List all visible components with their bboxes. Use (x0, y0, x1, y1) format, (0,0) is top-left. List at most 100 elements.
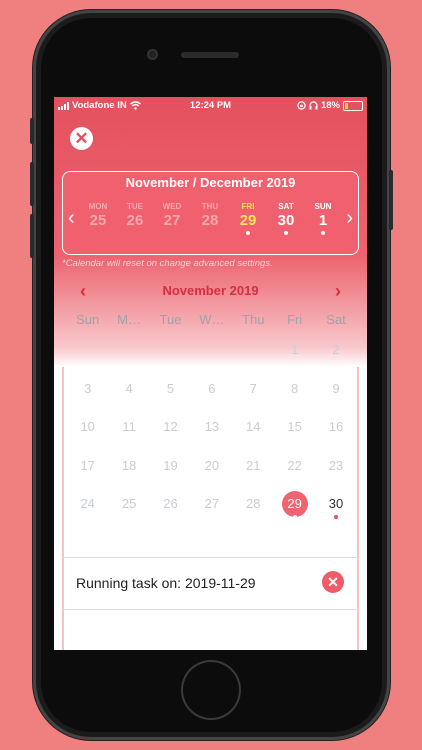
calendar-day[interactable]: 14 (233, 414, 274, 453)
left-edge-strip (62, 367, 64, 650)
week-day-name: SAT (278, 202, 294, 211)
calendar-day[interactable]: 1 (274, 337, 315, 376)
remove-task-icon[interactable]: ✕ (322, 571, 344, 593)
calendar-day-number: 3 (84, 380, 92, 396)
week-day[interactable]: WED 27 (155, 202, 189, 229)
calendar-day-number: 17 (80, 457, 95, 473)
close-icon[interactable]: ✕ (70, 127, 93, 150)
calendar-day-number: 16 (328, 419, 344, 434)
calendar-day-number: 12 (163, 419, 178, 434)
calendar-week-row: 10 11 12 13 14 15 16 (67, 414, 357, 453)
calendar-day[interactable]: 5 (150, 376, 191, 415)
week-next-chevron-icon[interactable]: › (346, 208, 353, 228)
week-day-number: 28 (201, 212, 219, 229)
week-day[interactable]: TUE 26 (118, 202, 152, 229)
calendar-day-number: 14 (246, 419, 261, 434)
calendar-day[interactable]: 9 (315, 376, 356, 415)
calendar-day-number: 15 (287, 419, 302, 434)
calendar-week-row: 3 4 5 6 7 8 9 (67, 376, 357, 415)
calendar-day[interactable]: 10 (67, 414, 108, 453)
week-strip-title: November / December 2019 (125, 175, 296, 190)
task-dot (292, 515, 297, 519)
week-day[interactable]: SAT 30 (269, 202, 303, 235)
calendar-day[interactable]: 6 (191, 376, 232, 415)
calendar-day[interactable]: 11 (108, 414, 149, 453)
weekday-header-row: Sun M… Tue W… Thu Fri Sat (67, 312, 357, 327)
calendar-day-number: 10 (80, 419, 95, 434)
calendar-day[interactable]: 21 (233, 453, 274, 492)
calendar-day-number: 29 (281, 491, 308, 517)
mute-switch (30, 118, 34, 144)
week-day[interactable]: SUN 1 (306, 202, 340, 235)
calendar-day-number: 6 (208, 380, 216, 396)
lock-rotation-icon (297, 101, 306, 110)
calendar-day-number: 19 (163, 457, 178, 473)
calendar-day[interactable]: 23 (315, 453, 356, 492)
headphones-icon (309, 101, 318, 110)
app-screen: Vodafone IN 12:24 PM 18% ✕ November / De… (54, 97, 367, 650)
calendar-day-number: 7 (249, 380, 257, 396)
calendar-day[interactable]: 29 (274, 491, 315, 530)
calendar-day[interactable]: 7 (233, 376, 274, 415)
power-button (389, 170, 393, 230)
week-prev-chevron-icon[interactable]: ‹ (68, 208, 75, 228)
calendar-day-number (116, 337, 142, 363)
task-dot (246, 231, 250, 235)
calendar-day (108, 337, 149, 376)
calendar-day[interactable]: 18 (108, 453, 149, 492)
calendar-day-number: 28 (246, 496, 261, 511)
calendar-day[interactable]: 15 (274, 414, 315, 453)
home-button[interactable] (183, 662, 239, 718)
week-day-number: 25 (89, 212, 107, 229)
calendar-day-number: 25 (121, 496, 137, 511)
task-top-divider (62, 557, 359, 558)
running-task-label: Running task on: 2019-11-29 (76, 575, 256, 591)
week-day[interactable]: MON 25 (81, 202, 115, 229)
calendar-week-row: 17 18 19 20 21 22 23 (67, 453, 357, 492)
calendar-day[interactable]: 25 (108, 491, 149, 530)
month-grid: 1 2 3 4 5 6 7 8 9 10 11 12 13 14 15 16 17 18 19 20 21 22 23 24 2… (67, 337, 357, 530)
week-day-name: FRI (241, 202, 255, 211)
calendar-day[interactable]: 17 (67, 453, 108, 492)
calendar-week-row: 24 25 26 27 28 29 30 (67, 491, 357, 530)
reset-hint: *Calendar will reset on change advanced … (62, 258, 273, 269)
calendar-day[interactable]: 12 (150, 414, 191, 453)
week-day-name: WED (162, 202, 182, 211)
calendar-day[interactable]: 2 (315, 337, 356, 376)
calendar-day[interactable]: 26 (150, 491, 191, 530)
task-dot (334, 515, 339, 519)
week-day[interactable]: FRI 29 (231, 202, 265, 235)
weekday-label: Fri (287, 312, 303, 327)
calendar-day-number (157, 337, 183, 363)
calendar-day[interactable]: 22 (274, 453, 315, 492)
calendar-day[interactable]: 24 (67, 491, 108, 530)
calendar-day[interactable]: 16 (315, 414, 356, 453)
calendar-day[interactable]: 30 (315, 491, 356, 530)
calendar-day (191, 337, 232, 376)
month-next-chevron-icon[interactable]: › (335, 282, 341, 300)
calendar-day[interactable]: 27 (191, 491, 232, 530)
calendar-day[interactable]: 28 (233, 491, 274, 530)
week-day-number: 1 (318, 212, 328, 229)
weekday-label: M… (117, 312, 141, 327)
task-bottom-divider (62, 609, 359, 610)
weekday-label: W… (199, 312, 225, 327)
week-day-name: TUE (127, 202, 143, 211)
week-day[interactable]: THU 28 (193, 202, 227, 229)
calendar-day[interactable]: 8 (274, 376, 315, 415)
calendar-day[interactable]: 3 (67, 376, 108, 415)
calendar-day-number: 27 (204, 496, 220, 511)
calendar-day[interactable]: 19 (150, 453, 191, 492)
weekday-label: Sat (326, 312, 346, 327)
calendar-day-number: 13 (204, 419, 220, 434)
calendar-day-number (240, 337, 266, 363)
calendar-day[interactable]: 13 (191, 414, 232, 453)
task-dot (321, 231, 325, 235)
task-dot (284, 231, 288, 235)
calendar-day-number (199, 337, 225, 363)
calendar-day-number: 5 (166, 380, 175, 396)
calendar-day[interactable]: 4 (108, 376, 149, 415)
calendar-day[interactable]: 20 (191, 453, 232, 492)
month-title: November 2019 (162, 283, 259, 298)
week-day-number: 26 (126, 212, 144, 229)
